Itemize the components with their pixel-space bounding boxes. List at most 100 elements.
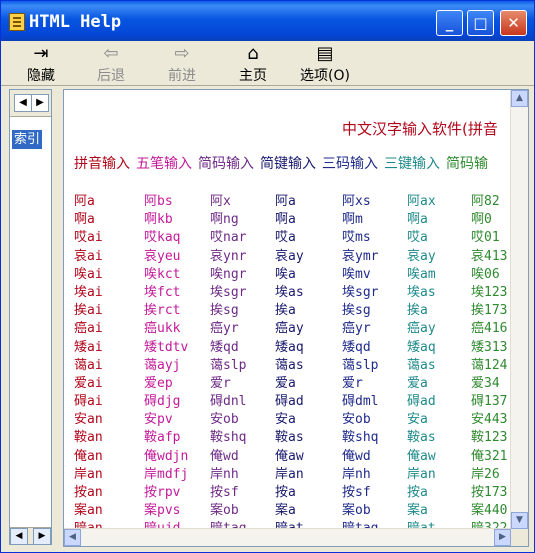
table-cell: 哎ms [342,230,371,246]
hide-button[interactable]: ⇥ 隐藏 [13,43,69,84]
table-cell: 埃fct [144,284,181,300]
table-cell: 挨173 [471,303,508,319]
table-cell: 岸mdfj [144,466,189,482]
table-cell: 俺wd [342,448,371,464]
window-title: HTML Help [29,12,122,32]
back-label: 后退 [97,68,125,84]
maximize-button[interactable]: □ [467,10,494,36]
table-cell: 碍dnl [210,394,247,410]
table-cell: 岸an [74,466,103,482]
table-cell: 矮qd [210,339,239,355]
table-cell: 阿82 [471,194,500,209]
title-bar[interactable]: HTML Help _ □ ✕ [1,1,534,41]
table-cell: 哀yeu [144,248,181,264]
back-button[interactable]: ⇦ 后退 [83,43,139,84]
horizontal-scrollbar[interactable]: ◀ ▶ [64,528,511,546]
input-method-link[interactable]: 简键输入 [260,156,316,172]
nav-tab-left-arrow[interactable]: ◀ [14,94,32,112]
table-cell: 癌ay [275,321,304,337]
table-cell: 爱a [275,375,296,391]
scroll-right-icon[interactable]: ▶ [33,528,51,545]
table-cell: 哀ay [275,248,304,264]
table-cell: 啊a [407,212,428,228]
table-cell: 阿a [74,194,95,209]
navigation-pane: ◀ ▶ 索引 ◀ ▶ [9,89,52,545]
vertical-scrollbar[interactable]: ▲ ▼ [510,90,528,529]
table-cell: 俺an [74,448,103,464]
table-cell: 按an [74,485,103,500]
input-method-link[interactable]: 三码输入 [322,156,378,172]
table-cell: 挨a [275,303,296,319]
hide-icon: ⇥ [33,43,49,64]
table-cell: 啊a [275,212,296,228]
table-cell: 岸an [275,466,304,482]
home-button[interactable]: ⌂ 主页 [225,43,281,84]
table-cell: 挨sg [210,303,239,319]
table-cell: 挨ai [74,303,103,319]
table-cell: 岸26 [471,466,500,482]
table-cell: 按a [275,485,296,500]
table-cell: 按rpv [144,485,181,500]
table-cell: 矮qd [342,339,371,355]
table-cell: 埃as [407,284,436,300]
table-cell: 碍djg [144,394,181,410]
help-book-icon [9,13,25,31]
table-cell: 俺wd [210,448,239,464]
table-cell: 矮aq [275,339,304,355]
help-window: HTML Help _ □ ✕ ⇥ 隐藏 ⇦ 后退 ⇨ 前进 ⌂ 主页 ▤ 选项… [0,0,535,553]
options-label: 选项(O) [300,68,350,84]
table-cell: 阿x [210,194,231,209]
nav-horizontal-scrollbar[interactable]: ◀ ▶ [10,527,51,545]
table-cell: 碍ai [74,394,103,410]
table-cell: 哀413 [471,248,508,264]
table-cell: 爱a [407,375,428,391]
table-cell: 啊m [342,212,363,228]
table-cell: 俺321 [471,448,508,464]
table-cell: 鞍shq [210,430,247,446]
table-cell: 俺aw [407,448,436,464]
scroll-up-icon[interactable]: ▲ [511,90,528,107]
input-method-link[interactable]: 拼音输入 [74,156,130,172]
forward-button[interactable]: ⇨ 前进 [154,43,210,84]
table-cell: 安an [74,412,103,428]
input-method-link[interactable]: 简码输入 [198,156,254,172]
table-cell: 哎01 [471,230,500,246]
table-cell: 俺aw [275,448,304,464]
scroll-left-icon[interactable]: ◀ [64,529,81,546]
table-cell: 啊ng [210,212,239,228]
table-cell: 蔼slp [210,357,247,373]
table-cell: 安ob [210,412,239,428]
input-method-links: 拼音输入 五笔输入 简码输入 简键输入 三码输入 三键输入 简码输 [74,153,494,173]
home-icon: ⌂ [247,43,259,64]
scroll-right-icon[interactable]: ▶ [494,529,511,546]
close-button[interactable]: ✕ [500,10,527,36]
table-cell: 矮313 [471,339,508,355]
table-cell: 碍ad [275,394,304,410]
tab-index[interactable]: 索引 [12,130,43,149]
table-cell: 矮aq [407,339,436,355]
table-cell: 啊a [74,212,95,228]
table-cell: 挨a [407,303,428,319]
table-cell: 岸nh [210,466,239,482]
table-cell: 哎kaq [144,230,181,246]
table-cell: 埃sgr [210,284,247,300]
table-cell: 按sf [210,485,239,500]
scroll-left-icon[interactable]: ◀ [10,528,28,545]
input-method-link[interactable]: 三键输入 [384,156,440,172]
scroll-down-icon[interactable]: ▼ [511,512,528,529]
table-cell: 埃123 [471,284,508,300]
toolbar: ⇥ 隐藏 ⇦ 后退 ⇨ 前进 ⌂ 主页 ▤ 选项(O) [1,41,534,86]
minimize-button[interactable]: _ [436,10,463,36]
table-cell: 哎nar [210,230,247,246]
input-method-link[interactable]: 简码输 [446,156,488,172]
input-method-link[interactable]: 五笔输入 [136,156,192,172]
table-cell: 癌ukk [144,321,181,337]
options-button[interactable]: ▤ 选项(O) [293,43,357,84]
nav-tab-right-arrow[interactable]: ▶ [31,94,49,112]
table-cell: 癌ay [407,321,436,337]
table-cell: 啊kb [144,212,173,228]
table-cell: 鞍an [74,430,103,446]
options-icon: ▤ [316,43,334,64]
table-cell: 哀ynr [210,248,247,264]
table-cell: 安443 [471,412,508,428]
